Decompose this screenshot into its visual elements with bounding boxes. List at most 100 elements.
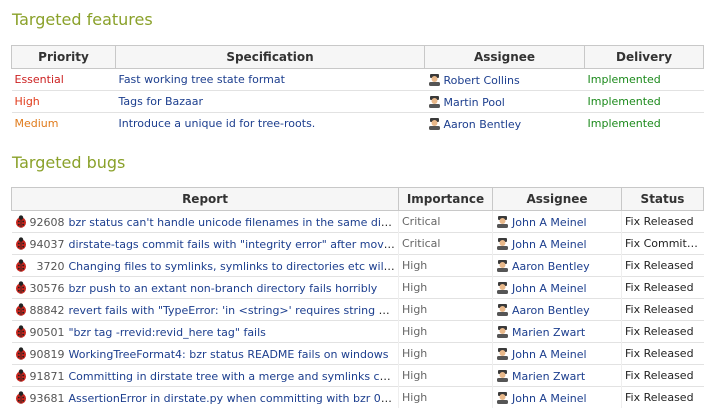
- assignee-link[interactable]: Robert Collins: [444, 74, 520, 87]
- bug-report-link[interactable]: bzr status can't handle unicode filename…: [69, 216, 399, 229]
- assignee-link[interactable]: John A Meinel: [512, 348, 587, 361]
- report-cell: 91871 Committing in dirstate tree with a …: [12, 365, 399, 387]
- assignee-link[interactable]: Aaron Bentley: [444, 118, 522, 131]
- status-cell: Fix Released: [622, 299, 704, 321]
- priority-cell: High: [12, 91, 116, 113]
- assignee-link[interactable]: Aaron Bentley: [512, 304, 590, 317]
- column-header-assignee[interactable]: Assignee: [425, 46, 585, 69]
- report-cell: 90501 "bzr tag -rrevid:revid_here tag" fa…: [12, 321, 399, 343]
- assignee-cell: Robert Collins: [425, 69, 585, 91]
- bug-number: 30576: [29, 282, 65, 295]
- report-cell: 92608bzr status can't handle unicode fil…: [12, 211, 399, 233]
- bugs-header-row: Report Importance Assignee Status: [12, 188, 704, 211]
- bug-icon: [15, 369, 27, 382]
- assignee-cell: John A Meinel: [493, 387, 622, 408]
- assignee-cell: John A Meinel: [493, 277, 622, 299]
- importance-cell: High: [399, 277, 493, 299]
- bug-report-link[interactable]: Changing files to symlinks, symlinks to …: [69, 260, 399, 273]
- bug-icon: [15, 215, 27, 228]
- bug-icon: [15, 347, 27, 360]
- status-cell: Fix Released: [622, 365, 704, 387]
- bug-report-link[interactable]: "bzr tag -rrevid:revid_here tag" fails: [69, 326, 266, 339]
- assignee-link[interactable]: John A Meinel: [512, 238, 587, 251]
- assignee-link[interactable]: Marien Zwart: [512, 326, 585, 339]
- person-avatar-icon: [496, 369, 509, 382]
- column-header-specification[interactable]: Specification: [116, 46, 425, 69]
- column-header-assignee[interactable]: Assignee: [493, 188, 622, 211]
- bug-number: 88842: [29, 304, 65, 317]
- bug-icon: [15, 259, 27, 272]
- assignee-link[interactable]: Aaron Bentley: [512, 260, 590, 273]
- delivery-cell: Implemented: [585, 69, 704, 91]
- bug-number: 3720: [29, 260, 65, 273]
- targeted-features-heading: Targeted features: [12, 10, 153, 29]
- priority-cell: Essential: [12, 69, 116, 91]
- assignee-link[interactable]: John A Meinel: [512, 392, 587, 405]
- assignee-link[interactable]: Martin Pool: [444, 96, 505, 109]
- feature-row: HighTags for Bazaar Martin Pool Implemente…: [12, 91, 704, 113]
- importance-cell: High: [399, 255, 493, 277]
- targeted-bugs-table: Report Importance Assignee Status 92608b…: [11, 187, 704, 408]
- report-cell: 88842 revert fails with "TypeError: 'in <…: [12, 299, 399, 321]
- importance-cell: Critical: [399, 233, 493, 255]
- priority-label: Essential: [15, 73, 64, 86]
- delivery-status: Implemented: [588, 117, 661, 130]
- specification-cell: Fast working tree state format: [116, 69, 425, 91]
- assignee-link[interactable]: John A Meinel: [512, 216, 587, 229]
- column-header-status[interactable]: Status: [622, 188, 704, 211]
- column-header-importance[interactable]: Importance: [399, 188, 493, 211]
- delivery-status: Implemented: [588, 95, 661, 108]
- report-cell: 94037dirstate-tags commit fails with "in…: [12, 233, 399, 255]
- status-cell: Fix Released: [622, 321, 704, 343]
- specification-link[interactable]: Tags for Bazaar: [119, 95, 204, 108]
- bug-icon: [15, 281, 27, 294]
- report-cell: 93681 AssertionError in dirstate.py when …: [12, 387, 399, 408]
- person-avatar-icon: [496, 303, 509, 316]
- features-header-row: Priority Specification Assignee Delivery: [12, 46, 704, 69]
- bug-row: 30576 bzr push to an extant non-branch di…: [12, 277, 704, 299]
- bug-report-link[interactable]: Committing in dirstate tree with a merge…: [69, 370, 399, 383]
- person-avatar-icon: [496, 347, 509, 360]
- specification-link[interactable]: Fast working tree state format: [119, 73, 285, 86]
- column-header-report[interactable]: Report: [12, 188, 399, 211]
- targeted-bugs-heading: Targeted bugs: [12, 153, 125, 172]
- bug-report-link[interactable]: AssertionError in dirstate.py when commi…: [69, 392, 399, 405]
- priority-label: Medium: [15, 117, 59, 130]
- targeted-features-table: Priority Specification Assignee Delivery…: [11, 45, 704, 134]
- importance-cell: High: [399, 321, 493, 343]
- person-avatar-icon: [428, 117, 441, 130]
- bug-row: 92608bzr status can't handle unicode fil…: [12, 211, 704, 233]
- bug-row: 91871 Committing in dirstate tree with a …: [12, 365, 704, 387]
- bug-row: 90819WorkingTreeFormat4: bzr status READ…: [12, 343, 704, 365]
- person-avatar-icon: [428, 95, 441, 108]
- bug-report-link[interactable]: WorkingTreeFormat4: bzr status README fa…: [69, 348, 389, 361]
- bug-number: 90501: [29, 326, 65, 339]
- bug-icon: [15, 303, 27, 316]
- importance-cell: High: [399, 387, 493, 408]
- bug-report-link[interactable]: bzr push to an extant non-branch directo…: [69, 282, 378, 295]
- column-header-priority[interactable]: Priority: [12, 46, 116, 69]
- status-cell: Fix Released: [622, 211, 704, 233]
- report-cell: 90819WorkingTreeFormat4: bzr status READ…: [12, 343, 399, 365]
- assignee-cell: Marien Zwart: [493, 365, 622, 387]
- assignee-cell: John A Meinel: [493, 211, 622, 233]
- person-avatar-icon: [428, 73, 441, 86]
- importance-cell: Critical: [399, 211, 493, 233]
- bug-row: 3720 Changing files to symlinks, symlinks…: [12, 255, 704, 277]
- assignee-link[interactable]: Marien Zwart: [512, 370, 585, 383]
- bug-icon: [15, 325, 27, 338]
- bug-number: 93681: [29, 392, 65, 405]
- assignee-cell: Martin Pool: [425, 91, 585, 113]
- column-header-delivery[interactable]: Delivery: [585, 46, 704, 69]
- bug-report-link[interactable]: dirstate-tags commit fails with "integri…: [69, 238, 399, 251]
- specification-link[interactable]: Introduce a unique id for tree-roots.: [119, 117, 316, 130]
- bug-number: 91871: [29, 370, 65, 383]
- delivery-cell: Implemented: [585, 91, 704, 113]
- bug-icon: [15, 237, 27, 250]
- status-cell: Fix Released: [622, 255, 704, 277]
- importance-cell: High: [399, 299, 493, 321]
- assignee-link[interactable]: John A Meinel: [512, 282, 587, 295]
- bug-icon: [15, 391, 27, 404]
- bug-report-link[interactable]: revert fails with "TypeError: 'in <strin…: [69, 304, 399, 317]
- assignee-cell: Marien Zwart: [493, 321, 622, 343]
